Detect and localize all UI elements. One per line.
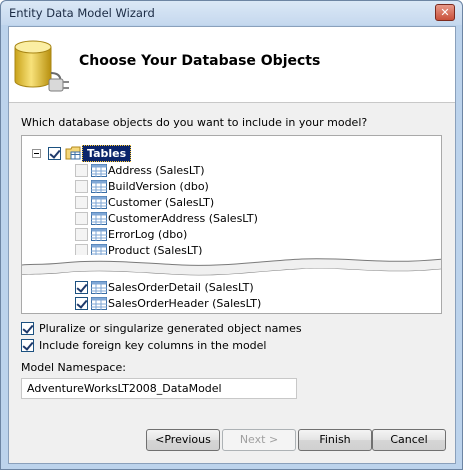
- buildversion-checkbox[interactable]: [75, 180, 88, 193]
- tree-item-customeraddress[interactable]: CustomerAddress (SalesLT): [108, 212, 258, 225]
- table-icon: [91, 281, 107, 294]
- finish-button[interactable]: Finish: [298, 429, 372, 451]
- wizard-window: Entity Data Model Wizard ✕ Choose Your D…: [0, 0, 463, 470]
- tree-item-customer[interactable]: Customer (SalesLT): [108, 196, 214, 209]
- page-title: Choose Your Database Objects: [79, 53, 321, 69]
- objects-tree[interactable]: Tables Address (SalesLT) BuildVersion (d…: [21, 135, 442, 314]
- wizard-header: Choose Your Database Objects: [9, 27, 455, 103]
- foreign-keys-checkbox[interactable]: [21, 339, 34, 352]
- title-bar[interactable]: Entity Data Model Wizard ✕: [1, 1, 462, 25]
- tree-node-tables[interactable]: Tables: [82, 145, 132, 162]
- tree-lower-section: SalesOrderDetail (SalesLT) SalesOrderHea…: [22, 266, 441, 313]
- address-checkbox[interactable]: [75, 164, 88, 177]
- window-title: Entity Data Model Wizard: [9, 6, 155, 20]
- errorlog-checkbox[interactable]: [75, 228, 88, 241]
- namespace-label: Model Namespace:: [21, 361, 126, 374]
- salesorderheader-checkbox[interactable]: [75, 297, 88, 310]
- table-icon: [91, 196, 107, 209]
- table-icon: [91, 297, 107, 310]
- previous-button[interactable]: <Previous: [146, 429, 220, 451]
- customer-checkbox[interactable]: [75, 196, 88, 209]
- cancel-button[interactable]: Cancel: [372, 429, 446, 451]
- tables-folder-icon: [65, 146, 81, 160]
- table-icon: [91, 180, 107, 193]
- wizard-client-area: Choose Your Database Objects Which datab…: [8, 26, 456, 464]
- tree-item-errorlog[interactable]: ErrorLog (dbo): [108, 228, 187, 241]
- next-button[interactable]: Next >: [222, 429, 296, 451]
- table-icon: [91, 164, 107, 177]
- namespace-input[interactable]: [21, 378, 297, 399]
- tree-item-salesorderdetail[interactable]: SalesOrderDetail (SalesLT): [108, 281, 254, 294]
- objects-prompt: Which database objects do you want to in…: [21, 116, 368, 129]
- collapse-toggle-icon[interactable]: [32, 149, 41, 158]
- pluralize-checkbox[interactable]: [21, 322, 34, 335]
- close-icon: ✕: [440, 6, 450, 19]
- close-button[interactable]: ✕: [435, 4, 455, 21]
- tree-upper-section: Tables Address (SalesLT) BuildVersion (d…: [22, 136, 441, 266]
- table-icon: [91, 212, 107, 225]
- tree-item-buildversion[interactable]: BuildVersion (dbo): [108, 180, 209, 193]
- pluralize-label[interactable]: Pluralize or singularize generated objec…: [39, 322, 302, 335]
- salesorderdetail-checkbox[interactable]: [75, 281, 88, 294]
- table-icon: [91, 228, 107, 241]
- tables-checkbox[interactable]: [48, 147, 61, 160]
- customeraddress-checkbox[interactable]: [75, 212, 88, 225]
- foreign-keys-label[interactable]: Include foreign key columns in the model: [39, 339, 267, 352]
- tree-item-salesorderheader[interactable]: SalesOrderHeader (SalesLT): [108, 297, 261, 310]
- database-plug-icon: [14, 40, 69, 92]
- tree-item-address[interactable]: Address (SalesLT): [108, 164, 205, 177]
